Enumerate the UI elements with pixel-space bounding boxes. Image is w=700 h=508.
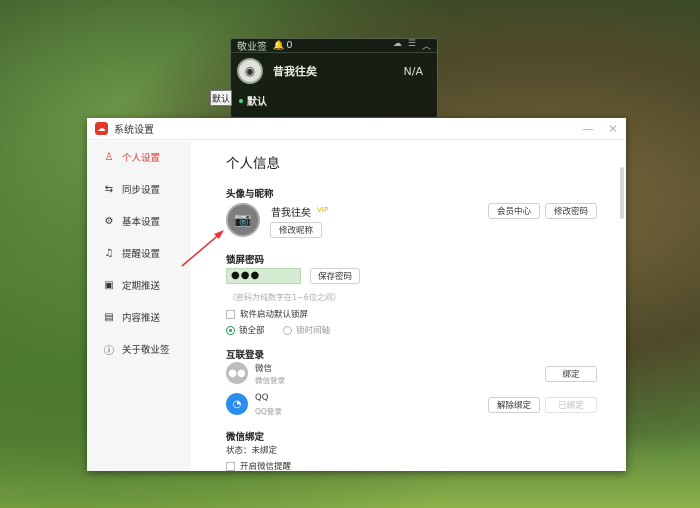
sidebar-item-basic[interactable]: ⚙ 基本设置 <box>87 205 191 237</box>
gear-icon: ⚙ <box>104 215 114 227</box>
bell-icon: ♫ <box>104 247 114 259</box>
sidebar-item-personal[interactable]: ♙ 个人设置 <box>87 141 191 173</box>
radio-unselected[interactable] <box>283 325 292 335</box>
annotation-arrow-icon <box>181 230 224 267</box>
window-titlebar[interactable]: ☁ 系统设置 — ✕ <box>87 118 626 140</box>
chevron-up-icon[interactable]: ︿ <box>422 39 431 52</box>
sidebar-item-content[interactable]: ▤ 内容推送 <box>87 301 191 333</box>
person-icon: ♙ <box>104 151 114 163</box>
lock-all-label: 锁全部 <box>239 326 265 336</box>
auto-lock-checkbox[interactable]: 软件启动默认锁屏 <box>226 308 308 320</box>
settings-sidebar: ♙ 个人设置 ⇆ 同步设置 ⚙ 基本设置 ♫ 提醒设置 ▣ 定期推送 ▤ 内容推… <box>87 141 191 471</box>
qq-icon: ◔ <box>226 393 248 415</box>
wechat-bind-button[interactable]: 绑定 <box>545 366 597 382</box>
widget-group-default[interactable]: 默认 <box>231 89 437 112</box>
app-logo-icon: ☁ <box>95 122 108 135</box>
settings-content: 个人信息 头像与昵称 📷 昔我往矣 VIP 修改昵称 会员中心 修改密码 锁屏密… <box>226 141 626 472</box>
minimize-icon[interactable]: — <box>582 122 594 136</box>
sidebar-item-schedule[interactable]: ▣ 定期推送 <box>87 269 191 301</box>
cloud-icon[interactable]: ☁ <box>393 39 402 52</box>
desktop-widget[interactable]: 敬业签 🔔 0 ☁ ☰ ︿ ◉ 昔我往矣 N/A 默认 <box>230 38 438 118</box>
widget-title: 敬业签 <box>237 42 267 53</box>
desktop-mini-label[interactable]: 默认 <box>210 90 232 106</box>
widget-user-name: 昔我往矣 <box>273 65 317 78</box>
sidebar-item-sync[interactable]: ⇆ 同步设置 <box>87 173 191 205</box>
content-scrollbar[interactable] <box>620 167 624 219</box>
widget-group-label: 默认 <box>247 97 267 108</box>
checkbox-box[interactable] <box>226 461 235 471</box>
auto-lock-label: 软件启动默认锁屏 <box>240 310 309 320</box>
window-title: 系统设置 <box>114 125 154 136</box>
avatar-section-heading: 头像与昵称 <box>226 189 274 200</box>
password-hint: （密码为纯数字在1~6位之间） <box>228 293 341 302</box>
sync-icon: ⇆ <box>104 183 114 195</box>
sidebar-item-reminder[interactable]: ♫ 提醒设置 <box>87 237 191 269</box>
wechat-bind-status: 状态：未绑定 <box>226 446 278 456</box>
sidebar-item-label: 同步设置 <box>122 185 161 196</box>
close-icon[interactable]: ✕ <box>608 122 618 136</box>
sidebar-item-about[interactable]: ⓘ 关于敬业签 <box>87 333 191 365</box>
wechat-sub: 微信登录 <box>255 376 285 385</box>
checkbox-box[interactable] <box>226 309 235 319</box>
page-title: 个人信息 <box>226 156 280 172</box>
qq-sub: QQ登录 <box>255 407 282 416</box>
info-icon: ⓘ <box>104 345 114 357</box>
settings-window: ☁ 系统设置 — ✕ ♙ 个人设置 ⇆ 同步设置 ⚙ 基本设置 ♫ 提醒设置 ▣… <box>87 118 626 472</box>
sidebar-item-label: 定期推送 <box>122 281 161 292</box>
qq-bound-button: 已绑定 <box>545 397 597 413</box>
sidebar-item-label: 基本设置 <box>122 217 161 228</box>
sidebar-item-label: 个人设置 <box>122 153 161 164</box>
vip-badge: VIP <box>317 206 329 214</box>
widget-status: N/A <box>403 64 423 78</box>
sidebar-item-label: 内容推送 <box>122 313 161 324</box>
qq-name: QQ <box>255 393 269 403</box>
lock-timeline-label: 锁时间轴 <box>296 326 331 336</box>
wechat-reminder-label: 开启微信提醒 <box>240 462 292 472</box>
radio-selected[interactable] <box>226 325 235 335</box>
widget-user-row[interactable]: ◉ 昔我往矣 N/A <box>231 53 437 89</box>
change-password-button[interactable]: 修改密码 <box>545 203 597 219</box>
edit-nickname-button[interactable]: 修改昵称 <box>270 222 322 238</box>
wechat-icon: ●● <box>226 362 248 384</box>
wechat-bind-heading: 微信绑定 <box>226 432 265 443</box>
lock-password-input[interactable]: ●●● <box>226 268 301 284</box>
bell-icon[interactable]: 🔔 <box>273 41 284 51</box>
linked-section-heading: 互联登录 <box>226 350 265 361</box>
widget-notify-count: 0 <box>286 40 293 51</box>
save-password-button[interactable]: 保存密码 <box>310 268 360 284</box>
sidebar-item-label: 提醒设置 <box>122 249 161 260</box>
qq-unbind-button[interactable]: 解除绑定 <box>488 397 540 413</box>
schedule-icon: ▣ <box>104 279 114 291</box>
nickname: 昔我往矣 <box>271 208 311 219</box>
sidebar-item-label: 关于敬业签 <box>122 345 170 356</box>
content-icon: ▤ <box>104 311 114 323</box>
wechat-reminder-checkbox[interactable]: 开启微信提醒 <box>226 460 291 472</box>
dot-icon <box>239 98 243 103</box>
lock-timeline-radio[interactable]: 锁时间轴 <box>283 324 330 336</box>
menu-icon[interactable]: ☰ <box>408 39 416 52</box>
widget-titlebar[interactable]: 敬业签 🔔 0 ☁ ☰ ︿ <box>231 39 437 53</box>
wechat-name: 微信 <box>255 364 273 374</box>
lock-all-radio[interactable]: 锁全部 <box>226 324 265 336</box>
widget-avatar-icon[interactable]: ◉ <box>237 58 263 84</box>
member-center-button[interactable]: 会员中心 <box>488 203 540 219</box>
